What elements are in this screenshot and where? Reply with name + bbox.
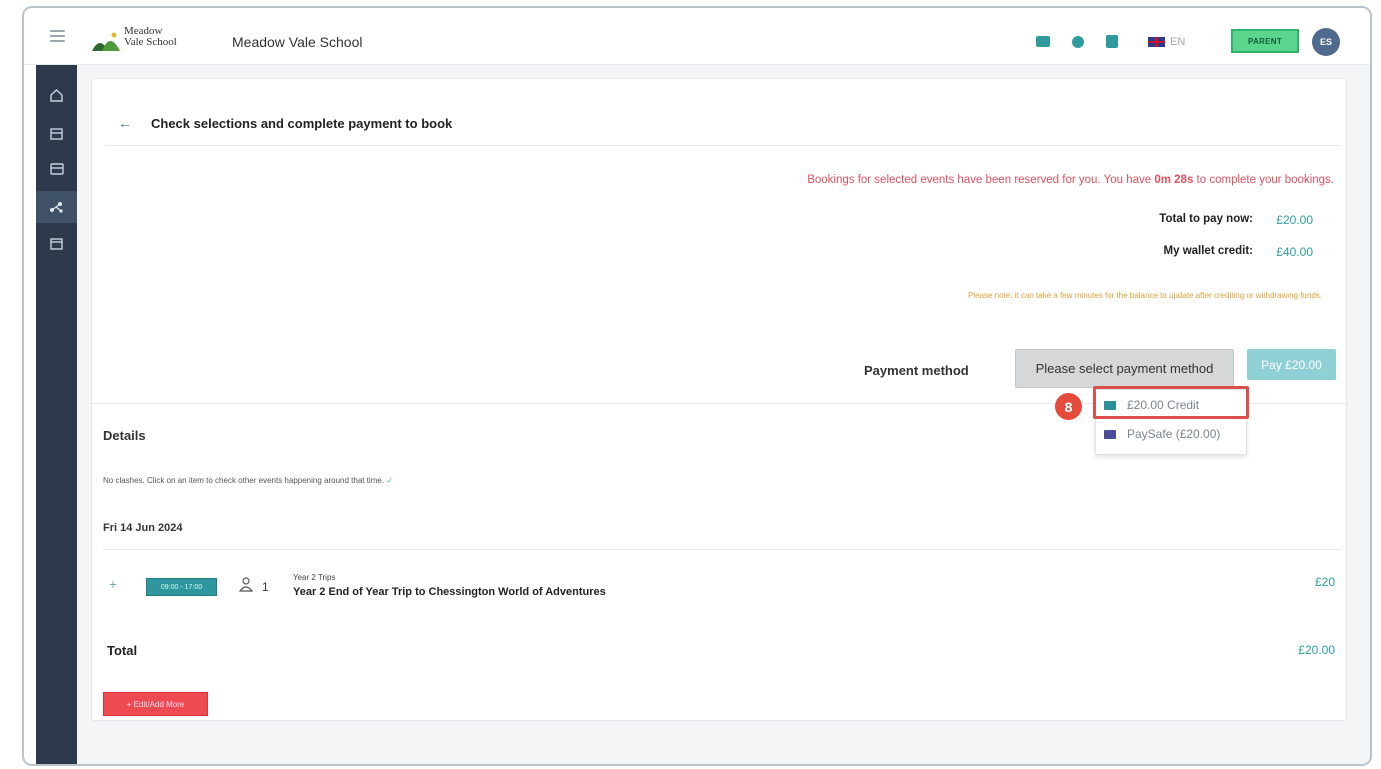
event-category: Year 2 Trips xyxy=(293,573,336,582)
mail-icon[interactable] xyxy=(1036,36,1050,47)
check-icon: ✓ xyxy=(386,476,393,485)
pay-button[interactable]: Pay £20.00 xyxy=(1247,349,1336,380)
header-actions: EN xyxy=(1036,35,1185,48)
event-time-badge: 09:00 - 17:00 xyxy=(146,578,217,596)
sidebar xyxy=(36,65,77,764)
wallet-credit-value: £40.00 xyxy=(1276,245,1313,259)
clash-message: No clashes. Click on an item to check ot… xyxy=(103,476,393,485)
language-selector[interactable]: EN xyxy=(1170,36,1185,48)
total-value: £20.00 xyxy=(1298,643,1335,657)
event-date: Fri 14 Jun 2024 xyxy=(103,522,183,534)
logo-hills-icon xyxy=(92,32,120,51)
reservation-notice: Bookings for selected events have been r… xyxy=(807,174,1334,186)
wallet-credit-label: My wallet credit: xyxy=(1163,245,1253,257)
event-price: £20 xyxy=(1314,575,1335,589)
event-name[interactable]: Year 2 End of Year Trip to Chessington W… xyxy=(293,586,606,598)
calendar-icon[interactable] xyxy=(48,126,65,141)
balance-note: Please note: it can take a few minutes f… xyxy=(968,291,1322,300)
highlight-box xyxy=(1093,386,1249,419)
dropdown-option-paysafe[interactable]: PaySafe (£20.00) xyxy=(1104,427,1220,441)
payment-method-label: Payment method xyxy=(864,363,969,378)
reservation-timer: 0m 28s xyxy=(1154,174,1194,186)
divider xyxy=(105,145,1341,146)
main-content: ← Check selections and complete payment … xyxy=(77,65,1370,764)
window-icon[interactable] xyxy=(48,236,65,251)
payment-method-select[interactable]: Please select payment method xyxy=(1015,349,1234,388)
expand-plus-icon[interactable]: + xyxy=(109,576,117,592)
person-icon xyxy=(238,577,254,597)
page-title: Check selections and complete payment to… xyxy=(151,116,453,131)
top-bar: Meadow Vale School Meadow Vale School EN… xyxy=(24,8,1370,65)
payments-icon[interactable] xyxy=(48,161,65,176)
attendee-count: 1 xyxy=(262,580,269,594)
school-logo[interactable]: Meadow Vale School xyxy=(92,26,202,54)
menu-icon[interactable] xyxy=(50,30,65,42)
total-to-pay-label: Total to pay now: xyxy=(1159,213,1253,225)
edit-add-more-button[interactable]: + Edit/Add More xyxy=(103,692,208,716)
school-name: Meadow Vale School xyxy=(232,34,363,50)
total-label: Total xyxy=(107,643,138,658)
activities-icon[interactable] xyxy=(36,191,77,223)
home-icon[interactable] xyxy=(48,88,65,103)
back-arrow-icon[interactable]: ← xyxy=(118,115,132,131)
avatar[interactable]: ES xyxy=(1312,28,1340,56)
step-badge: 8 xyxy=(1055,393,1082,420)
wallet-icon[interactable] xyxy=(1106,35,1118,48)
paysafe-card-icon xyxy=(1104,429,1116,439)
app-window: Meadow Vale School Meadow Vale School EN… xyxy=(22,6,1372,766)
total-to-pay-value: £20.00 xyxy=(1276,213,1313,227)
uk-flag-icon[interactable] xyxy=(1148,36,1165,47)
logo-text-line2: Vale School xyxy=(124,36,177,48)
divider xyxy=(103,549,1341,550)
booking-card: ← Check selections and complete payment … xyxy=(91,78,1348,721)
support-icon[interactable] xyxy=(1072,35,1084,48)
details-title: Details xyxy=(103,428,146,443)
role-badge[interactable]: PARENT xyxy=(1231,29,1299,53)
